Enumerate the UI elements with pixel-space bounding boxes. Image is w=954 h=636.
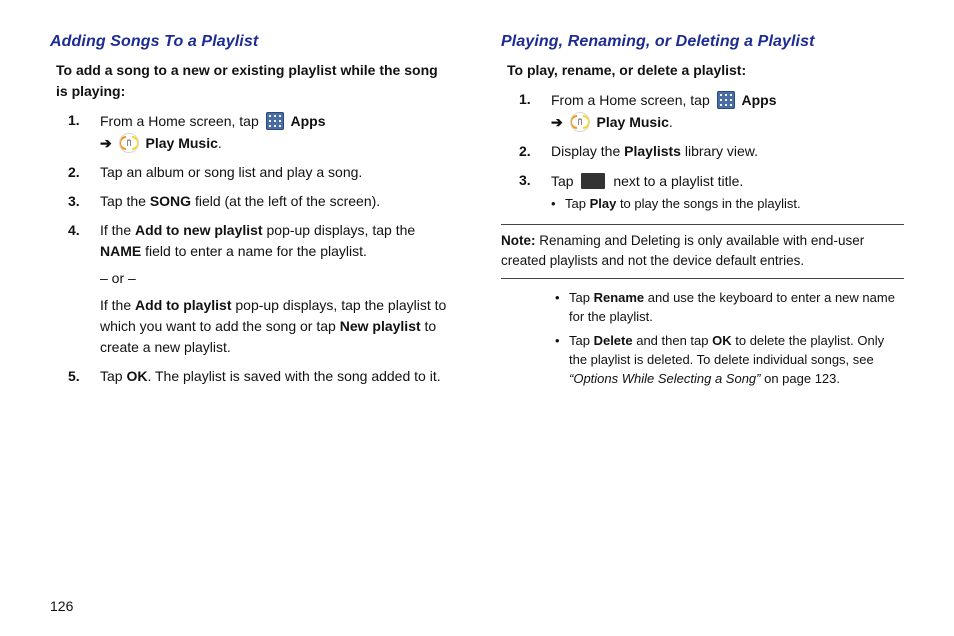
list-item: Tap Rename and use the keyboard to enter…: [555, 289, 904, 327]
right-column: Playing, Renaming, or Deleting a Playlis…: [501, 30, 904, 616]
left-step-3: 3. Tap the SONG field (at the left of th…: [56, 191, 453, 212]
right-step-1: 1. From a Home screen, tap Apps ➔: [507, 89, 904, 133]
step-number: 3.: [68, 191, 80, 212]
left-step-2: 2. Tap an album or song list and play a …: [56, 162, 453, 183]
or-separator: – or –: [100, 268, 453, 289]
arrow-icon: ➔: [100, 135, 112, 151]
note-body: Renaming and Deleting is only available …: [501, 233, 864, 268]
step-text: Tap next to a playlist title.: [551, 172, 743, 188]
right-step-3: 3. Tap next to a playlist title. Tap Pla…: [507, 170, 904, 215]
right-step-2: 2. Display the Playlists library view.: [507, 141, 904, 162]
step-text: Tap the SONG field (at the left of the s…: [100, 193, 380, 209]
right-steps: 1. From a Home screen, tap Apps ➔: [507, 89, 904, 214]
note-block: Note: Renaming and Deleting is only avai…: [501, 224, 904, 279]
left-intro: To add a song to a new or existing playl…: [56, 60, 453, 102]
left-step-5: 5. Tap OK. The playlist is saved with th…: [56, 366, 453, 387]
step-text: From a Home screen, tap Apps ➔ Play Musi…: [551, 91, 777, 129]
left-column: Adding Songs To a Playlist To add a song…: [50, 30, 453, 616]
right-intro: To play, rename, or delete a playlist:: [507, 60, 904, 81]
apps-icon: [717, 91, 735, 109]
menu-button-icon: [581, 173, 605, 189]
post-note-bullets: Tap Rename and use the keyboard to enter…: [555, 289, 904, 389]
step-text: If the Add to new playlist pop-up displa…: [100, 220, 453, 358]
left-step-1: 1. From a Home screen, tap Apps ➔: [56, 110, 453, 154]
left-title: Adding Songs To a Playlist: [50, 30, 453, 54]
below-note: Tap Rename and use the keyboard to enter…: [555, 289, 904, 389]
step-number: 3.: [519, 170, 531, 191]
arrow-icon: ➔: [551, 114, 563, 130]
page-number: 126: [50, 598, 73, 614]
step-number: 1.: [519, 89, 531, 110]
step-number: 4.: [68, 220, 80, 241]
right-step-3-bullets: Tap Play to play the songs in the playli…: [551, 195, 904, 214]
list-item: Tap Delete and then tap OK to delete the…: [555, 332, 904, 389]
play-music-icon: [119, 133, 139, 153]
step-number: 5.: [68, 366, 80, 387]
right-title: Playing, Renaming, or Deleting a Playlis…: [501, 30, 904, 54]
step-number: 2.: [68, 162, 80, 183]
step-text: From a Home screen, tap Apps ➔ Play Musi…: [100, 112, 326, 150]
play-music-icon: [570, 112, 590, 132]
apps-icon: [266, 112, 284, 130]
cross-reference: “Options While Selecting a Song”: [569, 371, 760, 386]
step-number: 1.: [68, 110, 80, 131]
note-label: Note:: [501, 233, 536, 248]
step-text: Tap OK. The playlist is saved with the s…: [100, 368, 441, 384]
list-item: Tap Play to play the songs in the playli…: [551, 195, 904, 214]
step-text: Display the Playlists library view.: [551, 143, 758, 159]
left-steps: 1. From a Home screen, tap Apps ➔: [56, 110, 453, 387]
step-text: Tap an album or song list and play a son…: [100, 164, 362, 180]
step-number: 2.: [519, 141, 531, 162]
manual-page: Adding Songs To a Playlist To add a song…: [0, 0, 954, 636]
left-step-4: 4. If the Add to new playlist pop-up dis…: [56, 220, 453, 358]
